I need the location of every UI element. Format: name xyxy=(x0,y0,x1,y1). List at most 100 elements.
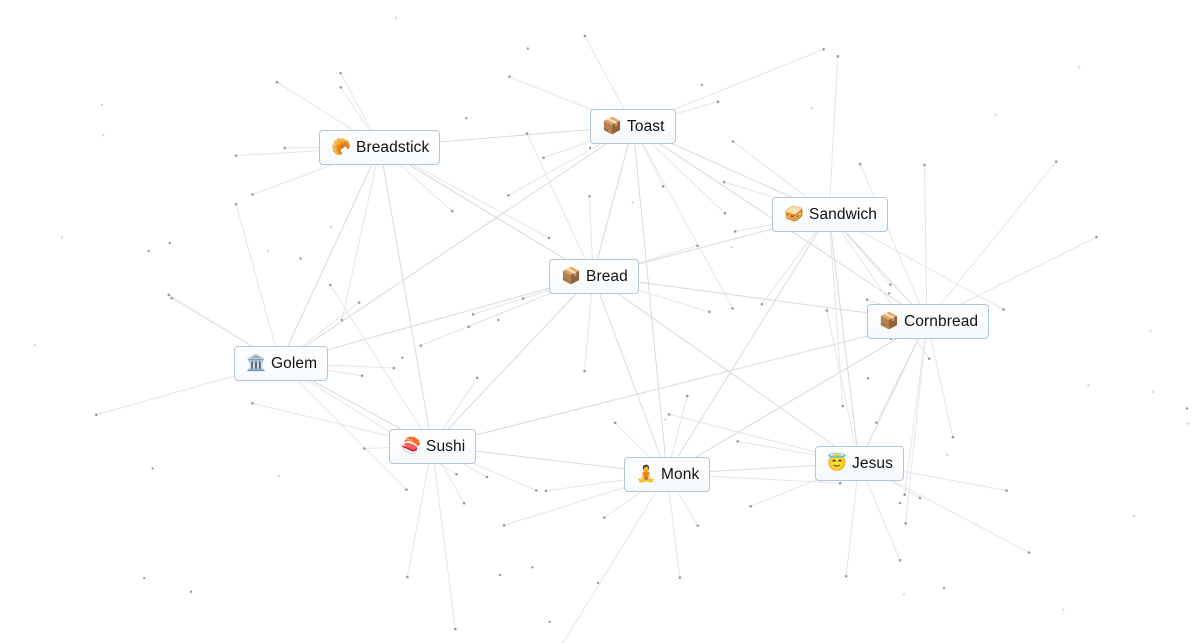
graph-dot xyxy=(667,413,671,416)
graph-dot xyxy=(736,440,739,443)
spoke-edge xyxy=(279,362,407,490)
background-dot xyxy=(994,113,997,116)
background-dot xyxy=(151,467,154,470)
graph-dot xyxy=(450,209,454,213)
node-label: Cornbread xyxy=(904,312,979,330)
graph-dot xyxy=(251,402,254,405)
graph-dot xyxy=(455,472,458,476)
graph-dot xyxy=(339,71,342,75)
graph-dot xyxy=(328,283,332,287)
graph-dot xyxy=(1005,489,1008,492)
edge xyxy=(379,146,433,447)
graph-dot xyxy=(865,298,869,301)
graph-dot xyxy=(696,524,700,527)
node-label: Monk xyxy=(661,465,700,483)
node-bread[interactable]: 📦 Bread xyxy=(549,259,639,294)
graph-dot xyxy=(838,481,842,485)
graph-dot xyxy=(951,435,955,439)
node-breadstick[interactable]: 🥐 Breadstick xyxy=(319,130,441,165)
node-sushi[interactable]: 🍣 Sushi xyxy=(389,429,477,464)
background-dot xyxy=(1133,514,1136,518)
node-sandwich[interactable]: 🥪 Sandwich xyxy=(772,197,889,232)
spoke-edge xyxy=(406,445,433,578)
node-monk[interactable]: 🧘 Monk xyxy=(624,457,711,492)
graph-dot xyxy=(234,154,238,157)
spoke-edge xyxy=(904,320,928,495)
graph-dot xyxy=(602,516,606,519)
edge xyxy=(592,275,668,475)
background-dot xyxy=(401,356,404,359)
graph-dot xyxy=(275,80,279,84)
graph-canvas[interactable] xyxy=(0,0,1199,643)
spoke-edge xyxy=(431,445,456,630)
node-golem[interactable]: 🏛️ Golem xyxy=(234,346,329,381)
graph-dot xyxy=(716,100,720,104)
graph-dot xyxy=(1002,308,1005,311)
graph-dot xyxy=(583,369,586,373)
background-dot xyxy=(266,249,269,252)
classical-building-icon: 🏛️ xyxy=(246,354,266,372)
graph-dot xyxy=(525,132,529,135)
background-dot xyxy=(1149,329,1152,332)
background-dot xyxy=(531,566,534,569)
background-dot xyxy=(548,620,551,623)
background-dot xyxy=(588,146,592,149)
background-dot xyxy=(888,292,891,295)
spoke-edge xyxy=(926,161,1057,322)
graph-dot xyxy=(836,55,840,58)
node-label: Golem xyxy=(271,354,318,372)
background-dot xyxy=(1062,608,1065,611)
graph-dot xyxy=(392,366,396,370)
background-dot xyxy=(1078,66,1081,69)
spoke-edge xyxy=(526,133,594,277)
spoke-edge xyxy=(828,56,839,215)
background-dot xyxy=(278,474,281,477)
graph-dot xyxy=(521,297,525,300)
node-jesus[interactable]: 😇 Jesus xyxy=(815,446,904,481)
graph-dot xyxy=(731,307,734,310)
graph-dot xyxy=(661,185,665,188)
background-dot xyxy=(465,117,468,120)
graph-dot xyxy=(283,146,287,150)
background-dot xyxy=(395,16,398,19)
background-dot xyxy=(810,107,813,110)
background-dot xyxy=(497,318,500,322)
graph-dot xyxy=(858,162,862,166)
graph-dot xyxy=(722,180,726,184)
background-dot xyxy=(102,134,105,137)
graph-dot xyxy=(904,522,907,525)
background-dot xyxy=(60,236,64,239)
graph-dot xyxy=(251,193,254,196)
node-toast[interactable]: 📦 Toast xyxy=(590,109,676,144)
graph-dot xyxy=(822,48,825,51)
graph-dot xyxy=(583,34,587,38)
graph-dot xyxy=(696,244,699,248)
graph-dot xyxy=(874,421,878,424)
background-dot xyxy=(147,249,150,253)
graph-dot xyxy=(760,303,764,306)
graph-dot xyxy=(898,558,902,562)
graph-dot xyxy=(485,475,489,479)
graph-dot xyxy=(918,496,922,500)
background-dot xyxy=(1087,384,1090,387)
graph-dot xyxy=(923,163,926,167)
node-cornbread[interactable]: 📦 Cornbread xyxy=(867,304,990,339)
graph-dot xyxy=(357,301,361,304)
graph-dot xyxy=(362,447,366,450)
background-dot xyxy=(1185,407,1189,410)
spoke-edge xyxy=(341,146,381,321)
background-dot xyxy=(866,377,870,380)
node-label: Sandwich xyxy=(809,205,878,223)
node-label: Breadstick xyxy=(356,138,430,156)
graph-dot xyxy=(544,489,548,493)
node-label: Sushi xyxy=(426,437,466,455)
background-dot xyxy=(1186,422,1189,425)
graph-dot xyxy=(471,313,475,316)
edge xyxy=(592,275,860,464)
spoke-edge xyxy=(235,204,281,364)
box-icon: 📦 xyxy=(602,117,622,135)
background-dot xyxy=(526,47,529,50)
background-dot xyxy=(946,454,949,457)
background-dot xyxy=(664,418,667,421)
sandwich-icon: 🥪 xyxy=(784,205,804,223)
